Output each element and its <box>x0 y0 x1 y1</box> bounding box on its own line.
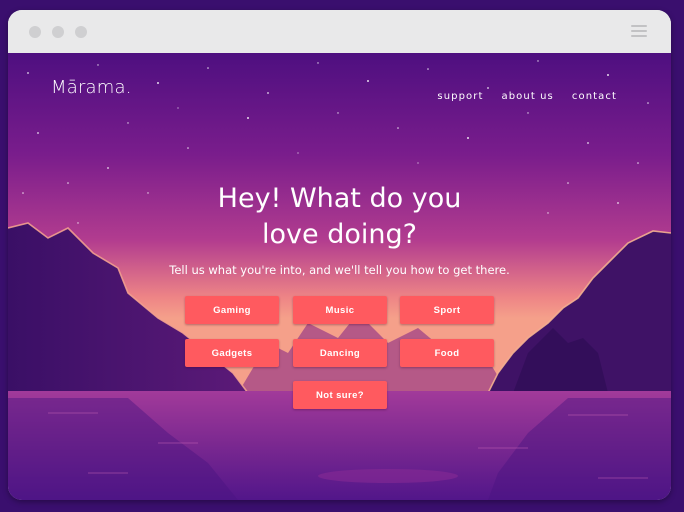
top-nav: support about us contact <box>437 91 617 102</box>
brand-logo[interactable]: Mārama. <box>51 77 132 98</box>
option-dancing-button[interactable]: Dancing <box>293 339 387 367</box>
browser-chrome <box>8 10 671 53</box>
option-music-button[interactable]: Music <box>293 296 387 324</box>
option-not-sure-button[interactable]: Not sure? <box>293 381 387 409</box>
window-minimize-dot[interactable] <box>52 26 64 38</box>
option-sport-button[interactable]: Sport <box>400 296 494 324</box>
hero-scene: Mārama. support about us contact Hey! Wh… <box>8 53 671 500</box>
hero-title-line2: love doing? <box>262 219 417 250</box>
hero-title: Hey! What do you love doing? <box>8 181 671 253</box>
nav-about-link[interactable]: about us <box>501 91 553 102</box>
option-food-button[interactable]: Food <box>400 339 494 367</box>
nav-support-link[interactable]: support <box>437 91 483 102</box>
browser-window: Mārama. support about us contact Hey! Wh… <box>8 10 671 500</box>
hero-title-line1: Hey! What do you <box>217 183 462 214</box>
option-gaming-button[interactable]: Gaming <box>185 296 279 324</box>
window-close-dot[interactable] <box>29 26 41 38</box>
nav-contact-link[interactable]: contact <box>572 91 617 102</box>
hamburger-icon[interactable] <box>631 25 647 38</box>
option-gadgets-button[interactable]: Gadgets <box>185 339 279 367</box>
window-maximize-dot[interactable] <box>75 26 87 38</box>
hero-subtitle: Tell us what you're into, and we'll tell… <box>169 263 510 277</box>
